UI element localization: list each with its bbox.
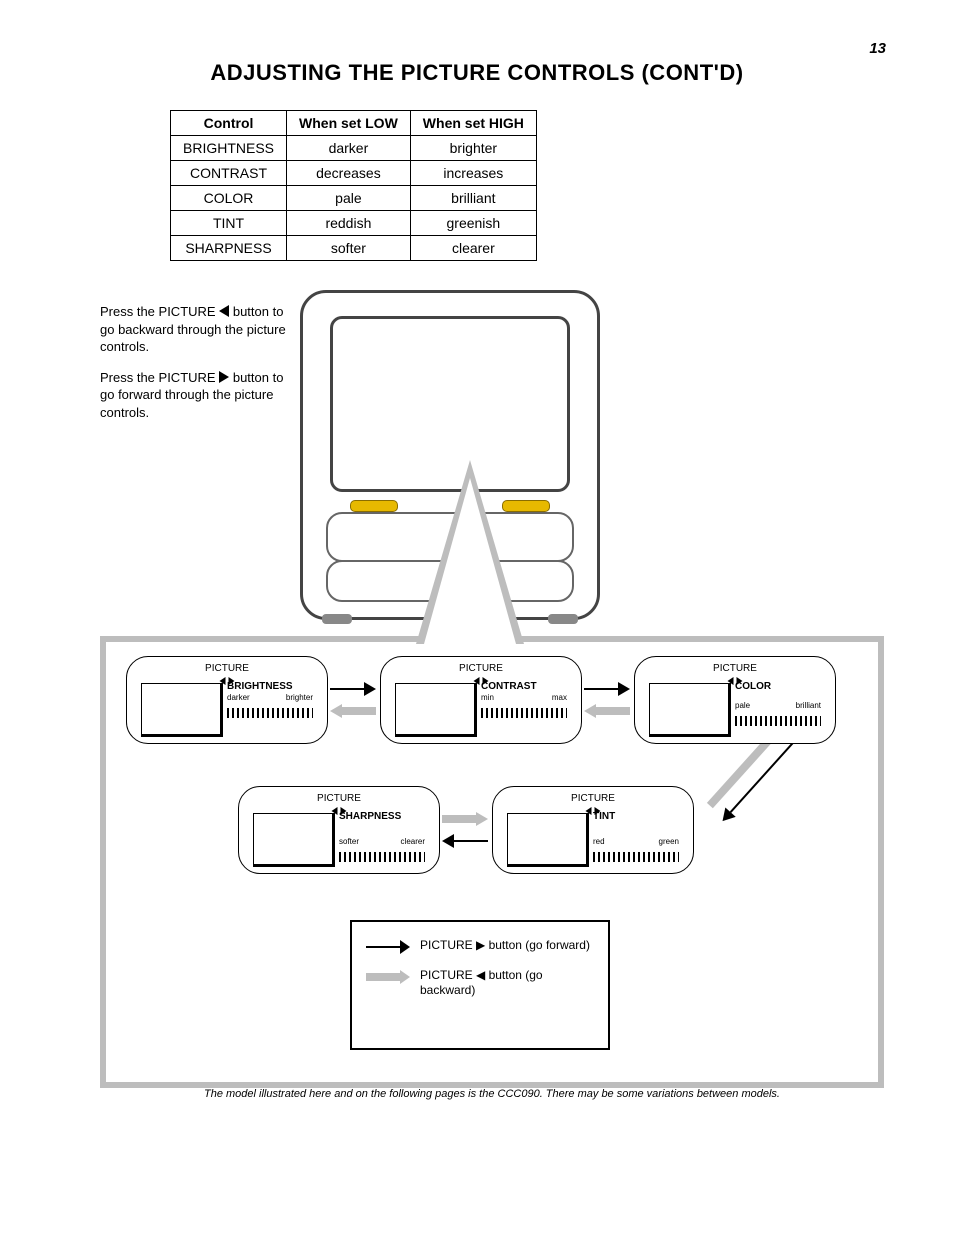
slider-bar: pale brilliant <box>735 713 821 729</box>
control-name: BRIGHTNESS <box>227 681 293 692</box>
slider-bar: red green <box>593 849 679 865</box>
card-label: PICTURE <box>127 663 327 674</box>
slider-min-label: softer <box>339 837 359 846</box>
tv-latch-left <box>350 500 398 512</box>
instruction-fwd-pre: Press the PICTURE <box>100 370 216 385</box>
cell-low: decreases <box>287 161 411 186</box>
slider-max-label: max <box>552 693 567 702</box>
preview-thumb <box>395 683 477 737</box>
slider-min-label: min <box>481 693 494 702</box>
legend-arrow-backward-icon <box>366 970 410 984</box>
instruction-back-pre: Press the PICTURE <box>100 304 216 319</box>
slider-max-label: green <box>659 837 679 846</box>
cell-high: increases <box>410 161 536 186</box>
instruction-forward: Press the PICTURE button to go forward t… <box>100 369 290 422</box>
tv-foot-left <box>322 614 352 624</box>
instruction-back: Press the PICTURE button to go backward … <box>100 303 290 356</box>
card-contrast: PICTURE CONTRAST min max <box>380 656 582 744</box>
table-row: CONTRAST decreases increases <box>171 161 537 186</box>
cell-high: clearer <box>410 236 536 261</box>
slider-min-label: red <box>593 837 605 846</box>
slider-min-label: darker <box>227 693 250 702</box>
arrow-left-icon <box>442 834 488 848</box>
table-row: SHARPNESS softer clearer <box>171 236 537 261</box>
table-row: COLOR pale brilliant <box>171 186 537 211</box>
control-name: SHARPNESS <box>339 811 401 822</box>
card-label: PICTURE <box>635 663 835 674</box>
slider-ticks <box>227 708 313 718</box>
tv-foot-right <box>548 614 578 624</box>
preview-thumb <box>507 813 589 867</box>
cell-control: TINT <box>171 211 287 236</box>
slider-bar: softer clearer <box>339 849 425 865</box>
slider-max-label: brilliant <box>796 701 821 710</box>
arrow-right-icon <box>584 682 630 696</box>
cell-low: reddish <box>287 211 411 236</box>
legend-arrow-forward-icon <box>366 940 410 954</box>
slider-max-label: brighter <box>286 693 313 702</box>
side-instructions: Press the PICTURE button to go backward … <box>100 290 290 434</box>
card-label: PICTURE <box>493 793 693 804</box>
cell-control: COLOR <box>171 186 287 211</box>
control-name: CONTRAST <box>481 681 537 692</box>
legend-box: PICTURE ▶ button (go forward) PICTURE ◀ … <box>350 920 610 1050</box>
legend-row-forward: PICTURE ▶ button (go forward) <box>366 938 594 954</box>
table-row: TINT reddish greenish <box>171 211 537 236</box>
slider-min-label: pale <box>735 701 750 710</box>
model-note: The model illustrated here and on the fo… <box>110 1088 874 1100</box>
card-label: PICTURE <box>381 663 581 674</box>
slider-max-label: clearer <box>401 837 425 846</box>
arrow-left-thick-icon <box>330 704 376 718</box>
legend-text-backward: PICTURE ◀ button (go backward) <box>420 968 594 998</box>
table-row: BRIGHTNESS darker brighter <box>171 136 537 161</box>
divider-dots: ........................................… <box>100 90 886 100</box>
cell-low: softer <box>287 236 411 261</box>
preview-thumb <box>253 813 335 867</box>
legend-row-backward: PICTURE ◀ button (go backward) <box>366 968 594 998</box>
manual-page: 13 ADJUSTING THE PICTURE CONTROLS (CONT'… <box>0 0 954 1235</box>
control-name: COLOR <box>735 681 771 692</box>
th-low: When set LOW <box>287 111 411 136</box>
th-control: Control <box>171 111 287 136</box>
right-arrow-icon <box>219 371 229 383</box>
cell-low: darker <box>287 136 411 161</box>
control-name: TINT <box>593 811 615 822</box>
cell-low: pale <box>287 186 411 211</box>
page-title: ADJUSTING THE PICTURE CONTROLS (CONT'D) <box>0 60 954 86</box>
card-sharpness: PICTURE SHARPNESS softer clearer <box>238 786 440 874</box>
slider-ticks <box>339 852 425 862</box>
card-color: PICTURE COLOR pale brilliant <box>634 656 836 744</box>
left-arrow-icon <box>219 305 229 317</box>
slider-ticks <box>481 708 567 718</box>
page-number: 13 <box>869 40 886 57</box>
slider-bar: min max <box>481 705 567 721</box>
slider-bar: darker brighter <box>227 705 313 721</box>
cell-high: brilliant <box>410 186 536 211</box>
cell-control: CONTRAST <box>171 161 287 186</box>
preview-thumb <box>141 683 223 737</box>
arrow-right-icon <box>330 682 376 696</box>
cell-control: SHARPNESS <box>171 236 287 261</box>
arrow-right-thick-icon <box>442 812 488 826</box>
callout-arrow-fill <box>424 478 516 644</box>
table-header-row: Control When set LOW When set HIGH <box>171 111 537 136</box>
preview-thumb <box>649 683 731 737</box>
legend-text-forward: PICTURE ▶ button (go forward) <box>420 938 594 953</box>
arrow-left-thick-icon <box>584 704 630 718</box>
slider-ticks <box>593 852 679 862</box>
cell-control: BRIGHTNESS <box>171 136 287 161</box>
slider-ticks <box>735 716 821 726</box>
th-high: When set HIGH <box>410 111 536 136</box>
cell-high: greenish <box>410 211 536 236</box>
cell-high: brighter <box>410 136 536 161</box>
card-tint: PICTURE TINT red green <box>492 786 694 874</box>
picture-controls-table: Control When set LOW When set HIGH BRIGH… <box>170 110 537 261</box>
card-brightness: PICTURE BRIGHTNESS darker brighter <box>126 656 328 744</box>
card-label: PICTURE <box>239 793 439 804</box>
